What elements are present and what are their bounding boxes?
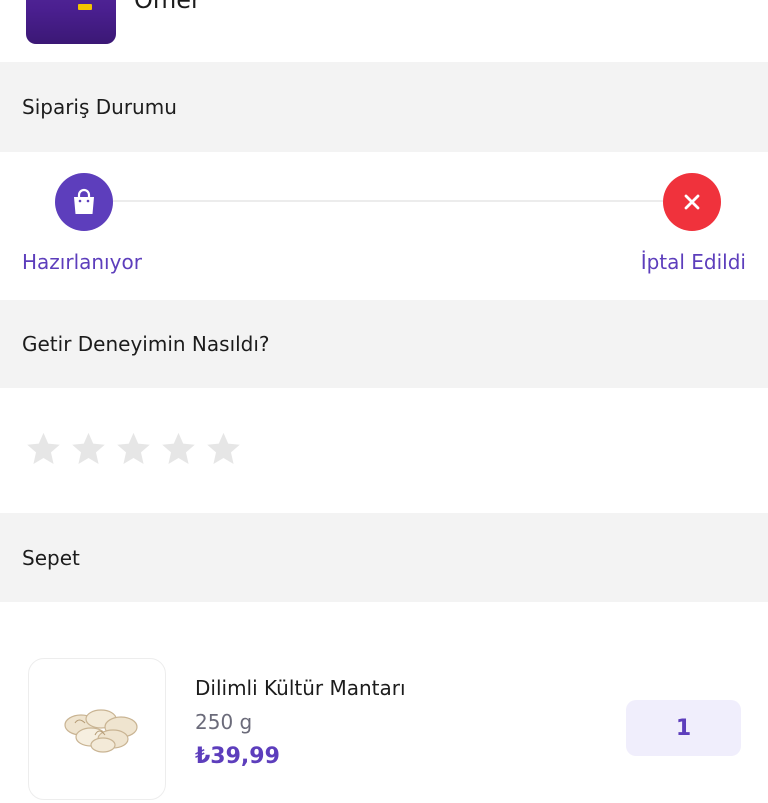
order-status-tracker: [0, 152, 768, 300]
courier-name: Ömer: [134, 0, 201, 14]
product-image: [28, 658, 166, 800]
courier-avatar: [26, 0, 116, 44]
star-icon[interactable]: [204, 430, 243, 469]
product-name: Dilimli Kültür Mantarı: [195, 676, 406, 700]
basket-header: Sepet: [0, 513, 768, 602]
status-step-preparing-label: Hazırlanıyor: [22, 250, 142, 274]
mushroom-slices-image: [64, 709, 138, 753]
close-icon: [684, 194, 700, 210]
star-icon[interactable]: [159, 430, 198, 469]
order-status-title: Sipariş Durumu: [22, 95, 177, 119]
product-price: ₺39,99: [195, 744, 280, 769]
shopping-bag-icon: [74, 188, 94, 214]
status-step-cancelled: [663, 173, 721, 231]
status-step-preparing: [55, 173, 113, 231]
star-icon[interactable]: [69, 430, 108, 469]
avatar-logo-patch: [78, 4, 92, 10]
star-rating[interactable]: [24, 430, 243, 469]
basket-title: Sepet: [22, 545, 80, 570]
order-status-header: Sipariş Durumu: [0, 62, 768, 152]
star-icon[interactable]: [24, 430, 63, 469]
courier-header: Ömer: [0, 0, 768, 62]
quantity-badge: 1: [626, 700, 741, 756]
status-progress-line: [100, 200, 680, 202]
rating-header: Getir Deneyimin Nasıldı?: [0, 300, 768, 388]
status-step-cancelled-label: İptal Edildi: [640, 250, 746, 274]
product-weight: 250 g: [195, 710, 253, 734]
star-icon[interactable]: [114, 430, 153, 469]
rating-title: Getir Deneyimin Nasıldı?: [22, 332, 270, 356]
